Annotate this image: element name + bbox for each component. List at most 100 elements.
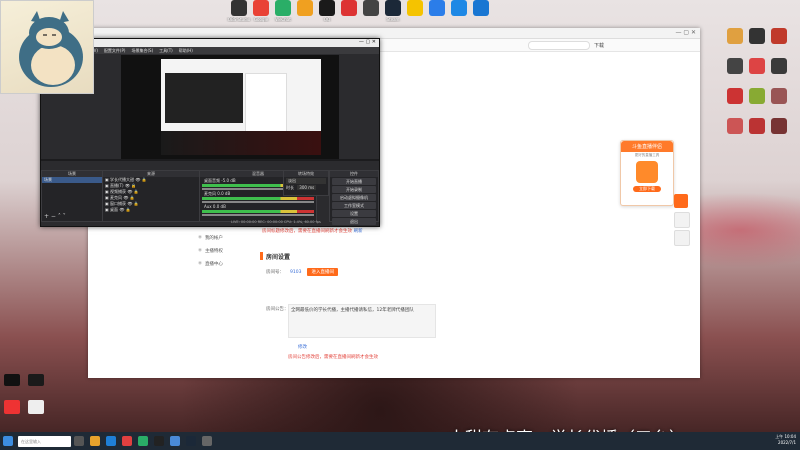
desktop-icon[interactable]	[4, 400, 20, 414]
obs-taskbar-icon[interactable]	[154, 436, 164, 446]
windows-start-icon[interactable]	[3, 436, 13, 446]
desktop-icon[interactable]	[294, 0, 316, 30]
obs-control-button[interactable]: 设置	[332, 210, 376, 217]
obs-menu-item[interactable]: 配置文件(P)	[104, 48, 126, 54]
desktop-icon[interactable]	[404, 0, 426, 30]
float-tool-button[interactable]	[674, 194, 688, 208]
app-icon	[407, 0, 423, 16]
sidebar-item[interactable]: ◉ 直播中心	[198, 257, 258, 270]
desktop-icon[interactable]	[746, 118, 768, 148]
app-icon	[749, 58, 765, 74]
steam-taskbar-icon[interactable]	[186, 436, 196, 446]
desktop-icon[interactable]	[360, 0, 382, 30]
taskbar-clock[interactable]: 上午 10:04 2022/7/1	[775, 434, 796, 446]
file-explorer-icon[interactable]	[90, 436, 100, 446]
wechat-taskbar-icon[interactable]	[138, 436, 148, 446]
webcam-overlay	[0, 0, 94, 94]
float-tool-button[interactable]	[674, 230, 690, 246]
preview-screen-capture	[161, 59, 321, 155]
sidebar-item[interactable]: ◉ 我的帐户	[198, 231, 258, 244]
duration-label: 时长	[286, 185, 294, 190]
desktop-icon[interactable]	[28, 374, 44, 386]
obs-control-button[interactable]: 工作室模式	[332, 202, 376, 209]
download-button[interactable]: 下载	[590, 42, 608, 49]
transition-select[interactable]: 淡出	[286, 178, 326, 184]
obs-control-button[interactable]: 退出	[332, 218, 376, 225]
desktop-icon-row-top: OBS Studio Google WeChat QQ Steam	[228, 0, 498, 28]
controls-header: 控件	[330, 171, 378, 177]
desktop-icon[interactable]	[724, 58, 746, 88]
notice-edit-link[interactable]: 修改	[298, 345, 307, 350]
app-icon	[749, 28, 765, 44]
obs-divider	[41, 159, 379, 161]
app-icon	[727, 58, 743, 74]
scene-item[interactable]: 场景	[42, 177, 102, 183]
desktop-icon[interactable]	[28, 400, 44, 414]
live-companion-promo[interactable]: 斗鱼直播伴侣 更好的直播工具 立即下载	[620, 140, 674, 206]
obs-control-button[interactable]: 启动虚拟摄像机	[332, 194, 376, 201]
app-icon	[319, 0, 335, 16]
desktop-icon[interactable]	[426, 0, 448, 30]
app-icon	[231, 0, 247, 16]
taskbar-app-icon[interactable]	[122, 436, 132, 446]
desktop-icon[interactable]	[768, 88, 790, 118]
home-icon: ◉	[198, 261, 202, 266]
float-tool-button[interactable]	[674, 212, 690, 228]
desktop-icon[interactable]	[746, 88, 768, 118]
window-controls[interactable]: — ▢ ✕	[675, 29, 696, 36]
desktop-icon[interactable]	[4, 374, 20, 386]
taskbar-app-icon[interactable]	[170, 436, 180, 446]
enter-room-button[interactable]: 进入直播间	[307, 268, 338, 276]
task-view-icon[interactable]	[74, 436, 84, 446]
mixer-channel: Aux 0.0 dB	[202, 204, 314, 216]
top-hint-link[interactable]: 刷新	[354, 229, 363, 234]
obs-preview[interactable]	[121, 55, 339, 159]
promo-download-button[interactable]: 立即下载	[633, 186, 661, 192]
desktop-icon[interactable]	[724, 88, 746, 118]
desktop-icon[interactable]	[746, 28, 768, 58]
obs-control-button[interactable]: 开始直播	[332, 178, 376, 185]
desktop-icon[interactable]	[448, 0, 470, 30]
obs-menu-item[interactable]: 场景集合(S)	[131, 48, 153, 54]
desktop-icon[interactable]: Steam	[382, 0, 404, 30]
desktop-icon[interactable]: QQ	[316, 0, 338, 30]
clock-date: 2022/7/1	[778, 440, 796, 445]
desktop-icon[interactable]	[470, 0, 492, 30]
scene-add-remove[interactable]: + − ˄ ˅	[44, 213, 66, 220]
desktop-icon[interactable]: Google	[250, 0, 272, 30]
room-title-hint: 房间标题修改后，需要在直播间刷新才会生效 刷新	[262, 228, 363, 234]
top-hint-text: 房间标题修改后，需要在直播间刷新才会生效	[262, 229, 352, 234]
desktop-icon[interactable]	[768, 28, 790, 58]
taskbar-search-input[interactable]: 在这里输入	[18, 435, 71, 447]
obs-window-controls[interactable]: — ▢ ✕	[359, 39, 376, 45]
volume-slider[interactable]	[202, 201, 314, 203]
desktop-icon[interactable]	[724, 118, 746, 148]
app-icon	[771, 118, 787, 134]
transitions-header: 转场特效	[284, 171, 328, 177]
obs-menu-item[interactable]: 帮助(H)	[179, 48, 193, 54]
room-notice-textarea[interactable]: 全网最低价的学长代播，主播代播请私信，12年老牌代播团队	[288, 304, 436, 338]
volume-slider[interactable]	[202, 214, 314, 216]
obs-controls-dock: 控件 开始直播 开始录制 启动虚拟摄像机 工作室模式 设置 退出	[329, 170, 379, 225]
desktop-icon[interactable]: WeChat	[272, 0, 294, 30]
desktop-icon-label: WeChat	[275, 17, 291, 22]
sidebar-item[interactable]: ◉ 主播特权	[198, 244, 258, 257]
desktop-icon[interactable]: OBS Studio	[228, 0, 250, 30]
obs-control-button[interactable]: 开始录制	[332, 186, 376, 193]
desktop-icon[interactable]	[768, 118, 790, 148]
taskbar-app-icon[interactable]	[202, 436, 212, 446]
duration-input[interactable]: 300 ms	[297, 185, 317, 190]
edge-icon[interactable]	[106, 436, 116, 446]
promo-title: 斗鱼直播伴侣	[621, 141, 673, 152]
obs-menu-item[interactable]: 工具(T)	[159, 48, 173, 54]
source-item[interactable]: ▣ 桌面 👁 🔒	[103, 207, 199, 213]
notice-hint: 房间公告修改后，需要在直播间刷新才会生效	[288, 354, 378, 360]
desktop-icon[interactable]	[768, 58, 790, 88]
desktop-icon[interactable]	[746, 58, 768, 88]
browser-search-input[interactable]	[528, 40, 590, 50]
account-icon: ◉	[198, 235, 202, 240]
desktop-icon[interactable]	[338, 0, 360, 30]
duration-row: 时长 300 ms	[284, 185, 328, 191]
desktop-icon[interactable]	[724, 28, 746, 58]
app-icon	[771, 28, 787, 44]
